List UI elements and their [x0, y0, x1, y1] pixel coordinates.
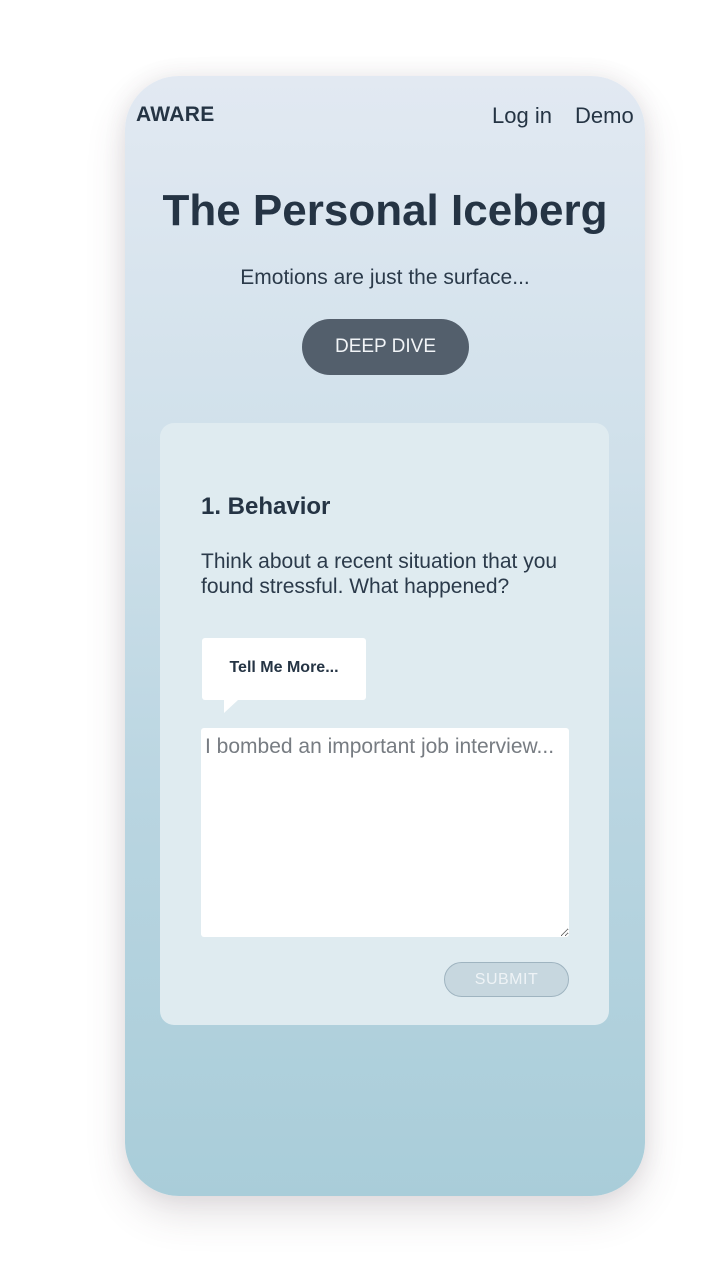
deep-dive-button[interactable]: DEEP DIVE [302, 319, 469, 375]
tell-me-more-button[interactable]: Tell Me More... [202, 638, 366, 713]
tell-me-more-label: Tell Me More... [229, 659, 339, 676]
question-card: 1. Behavior Think about a recent situati… [160, 423, 609, 1025]
page-subtitle: Emotions are just the surface... [240, 266, 530, 289]
demo-link[interactable]: Demo [575, 103, 634, 129]
phone-frame: AWARE Log in Demo The Personal Iceberg E… [125, 76, 645, 1196]
step-title: 1. Behavior [201, 493, 331, 520]
question-text: Think about a recent situation that you … [201, 550, 558, 598]
brand-logo[interactable]: AWARE [136, 103, 215, 127]
page-title: The Personal Iceberg [162, 186, 608, 235]
login-link[interactable]: Log in [492, 103, 552, 129]
submit-button[interactable]: SUBMIT [444, 962, 569, 997]
answer-textarea[interactable] [201, 728, 569, 937]
bubble-tail [224, 700, 238, 713]
top-nav: AWARE Log in Demo [125, 100, 645, 132]
